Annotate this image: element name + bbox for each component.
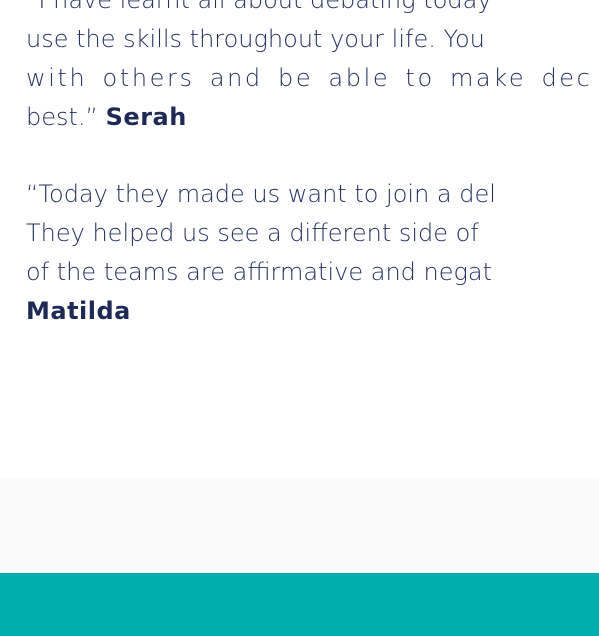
section-spacer — [0, 478, 599, 573]
author-name: Serah — [105, 103, 187, 131]
testimonial-line: use the skills throughout your life. You — [26, 25, 485, 53]
testimonial-matilda: “Today they made us want to join a del T… — [26, 175, 599, 331]
footer-band — [0, 573, 599, 636]
testimonial-card: “I have learnt all about debating today … — [0, 0, 599, 478]
testimonial-line: “Today they made us want to join a del — [26, 180, 496, 208]
testimonial-last-line: best.” Serah — [26, 98, 599, 137]
testimonial-line: of the teams are affirmative and negat — [26, 258, 493, 286]
testimonial-line: “I have learnt all about debating today — [26, 0, 492, 14]
testimonial-serah: “I have learnt all about debating today … — [26, 0, 599, 137]
author-name: Matilda — [26, 297, 131, 325]
testimonial-line: with others and be able to make dec — [26, 64, 593, 92]
testimonial-line: best.” — [26, 103, 98, 131]
testimonial-line: They helped us see a different side of — [26, 219, 479, 247]
